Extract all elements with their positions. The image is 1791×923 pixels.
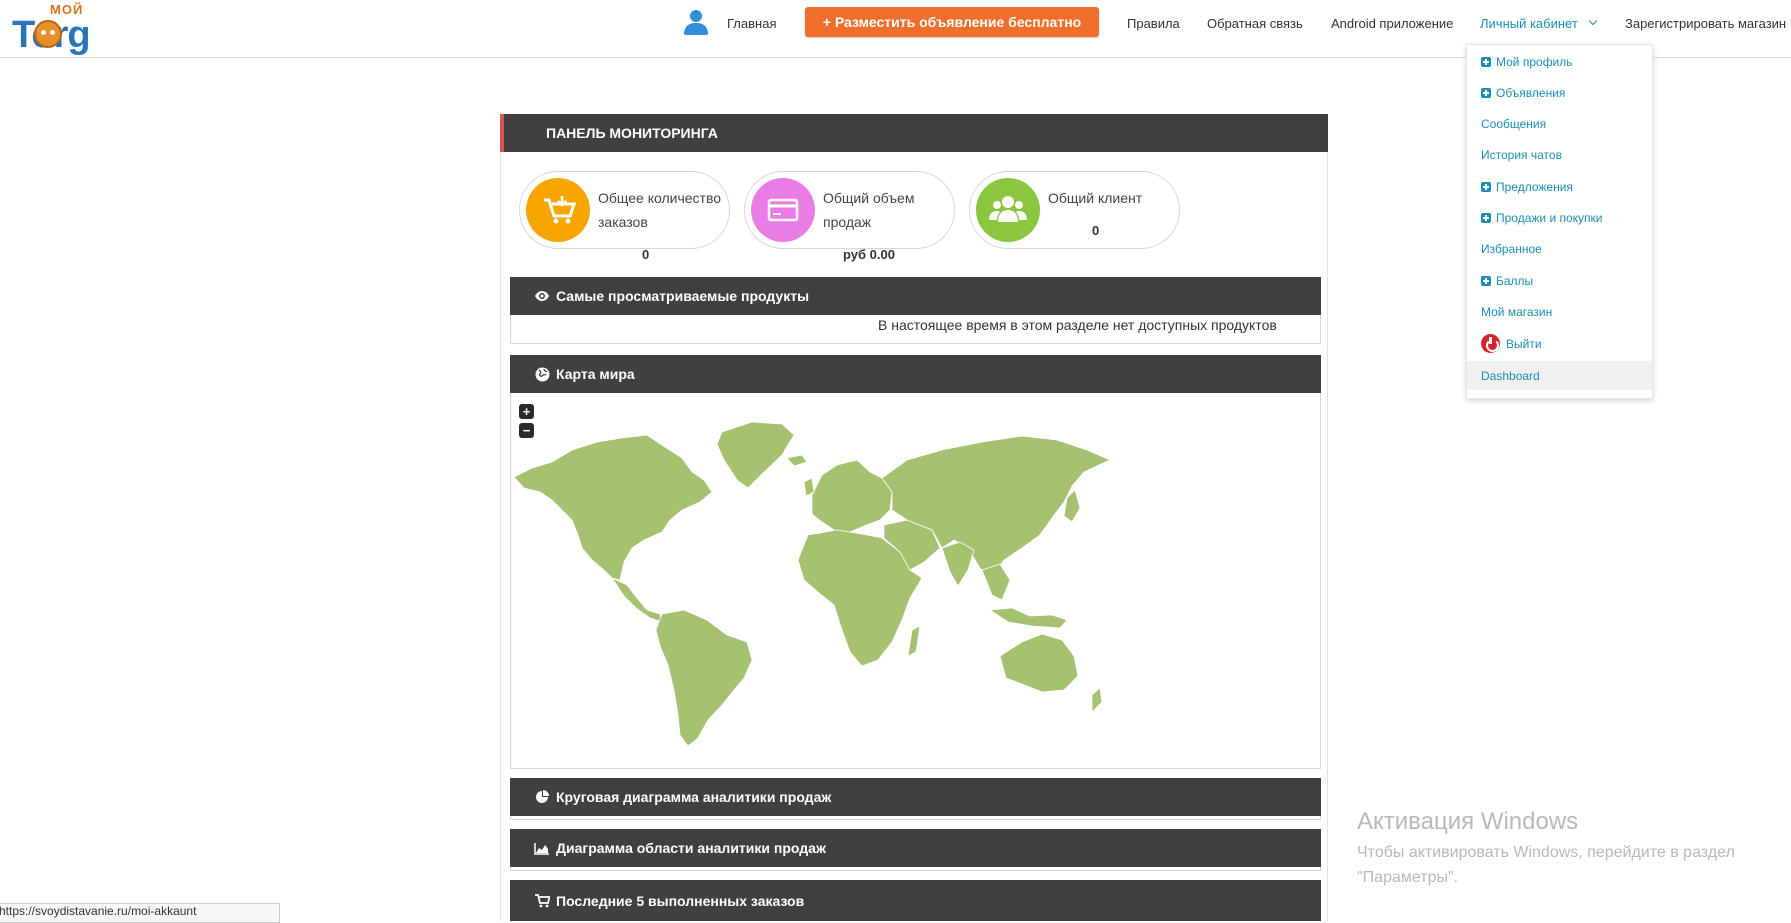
menu-item-logout[interactable]: Выйти	[1467, 329, 1652, 358]
iceland	[786, 454, 808, 467]
cabinet-dropdown-menu: Мой профиль Объявления Сообщения История…	[1466, 44, 1653, 399]
section-world-map-header: Карта мира	[510, 355, 1321, 393]
user-icon[interactable]	[684, 10, 708, 36]
menu-item-ads[interactable]: Объявления	[1467, 78, 1652, 107]
new-zealand	[1091, 687, 1103, 713]
panel-title: ПАНЕЛЬ МОНИТОРИНГА	[500, 114, 1328, 152]
stat-label: Общий клиент	[1048, 190, 1143, 206]
post-ad-button[interactable]: + Разместить объявление бесплатно	[805, 7, 1099, 37]
australia	[999, 633, 1079, 693]
stat-card-total-clients: Общий клиент	[969, 171, 1180, 249]
area-chart-icon	[534, 840, 550, 856]
nav-register-shop[interactable]: Зарегистрировать магазин	[1625, 0, 1786, 46]
menu-item-chat-history[interactable]: История чатов	[1467, 140, 1652, 169]
chevron-down-icon	[1588, 16, 1598, 26]
cart-icon	[534, 893, 550, 909]
status-bar-url: https://svoydistavanie.ru/moi-akkaunt	[0, 903, 280, 923]
plus-square-icon	[1481, 212, 1491, 223]
section-title: Карта мира	[556, 366, 635, 382]
nav-personal-cabinet[interactable]: Личный кабинет	[1480, 0, 1598, 46]
menu-item-dashboard[interactable]: Dashboard	[1467, 361, 1652, 390]
section-most-viewed-header: Самые просматриваемые продукты	[510, 277, 1321, 315]
menu-item-label: Dashboard	[1481, 368, 1540, 383]
stat-label: Общий объем продаж	[823, 190, 915, 230]
eye-icon	[534, 288, 550, 304]
menu-item-my-shop[interactable]: Мой магазин	[1467, 297, 1652, 326]
menu-item-label: Сообщения	[1481, 116, 1547, 131]
nav-personal-cabinet-label: Личный кабинет	[1480, 15, 1578, 31]
plus-square-icon	[1481, 181, 1491, 192]
section-area-chart-body	[510, 867, 1321, 871]
menu-item-label: Мой магазин	[1481, 304, 1553, 319]
menu-item-label: Выйти	[1506, 336, 1542, 351]
north-america	[513, 434, 713, 581]
indonesia	[988, 607, 1068, 629]
nav-feedback[interactable]: Обратная связь	[1207, 0, 1303, 46]
menu-item-points[interactable]: Баллы	[1467, 266, 1652, 295]
section-title: Круговая диаграмма аналитики продаж	[556, 789, 832, 805]
india	[941, 541, 975, 587]
map-zoom-in-button[interactable]: +	[519, 404, 534, 419]
plus-square-icon	[1481, 275, 1491, 286]
menu-item-label: Объявления	[1496, 85, 1566, 100]
menu-item-sales-purchases[interactable]: Продажи и покупки	[1467, 203, 1652, 232]
menu-item-label: Баллы	[1496, 273, 1534, 288]
menu-item-profile[interactable]: Мой профиль	[1467, 47, 1652, 76]
southeast-asia	[981, 563, 1011, 601]
stat-value-total-orders: 0	[642, 247, 650, 262]
cart-download-icon	[526, 178, 590, 242]
menu-item-label: История чатов	[1481, 147, 1562, 162]
menu-item-label: Мой профиль	[1496, 54, 1573, 69]
section-area-chart-header: Диаграмма области аналитики продаж	[510, 829, 1321, 867]
madagascar	[907, 625, 921, 657]
greenland	[716, 421, 795, 489]
section-pie-chart-body	[510, 816, 1321, 820]
credit-card-icon	[751, 178, 815, 242]
windows-activation-text: Чтобы активировать Windows, перейдите в …	[1357, 844, 1735, 886]
nav-rules[interactable]: Правила	[1127, 0, 1180, 46]
nav-android-app[interactable]: Android приложение	[1331, 0, 1453, 46]
section-recent-orders-header: Последние 5 выполненных заказов	[510, 880, 1321, 921]
menu-item-label: Избранное	[1481, 241, 1542, 256]
globe-icon	[534, 366, 550, 382]
site-logo[interactable]: МОЙ Torg	[12, 2, 112, 56]
south-america	[655, 609, 753, 747]
users-icon	[976, 178, 1040, 242]
section-title: Последние 5 выполненных заказов	[556, 892, 805, 909]
plus-square-icon	[1481, 56, 1491, 67]
europe	[811, 459, 893, 533]
menu-item-offers[interactable]: Предложения	[1467, 172, 1652, 201]
stat-value-total-sales: руб 0.00	[843, 247, 895, 262]
central-america	[610, 577, 663, 623]
power-icon	[1481, 334, 1500, 353]
stat-label: Общее количество заказов	[598, 190, 722, 230]
pie-chart-icon	[534, 789, 550, 805]
stat-card-total-sales: Общий объем продаж	[744, 171, 955, 249]
empty-products-message: В настоящее время в этом разделе нет дос…	[878, 317, 1277, 333]
section-title: Самые просматриваемые продукты	[556, 288, 810, 304]
bear-mascot-icon	[34, 20, 62, 48]
menu-item-messages[interactable]: Сообщения	[1467, 109, 1652, 138]
section-pie-chart-header: Круговая диаграмма аналитики продаж	[510, 778, 1321, 816]
stat-card-total-orders: Общее количество заказов	[519, 171, 730, 249]
menu-item-label: Продажи и покупки	[1496, 210, 1603, 225]
plus-square-icon	[1481, 87, 1491, 98]
stat-value-total-clients: 0	[1092, 223, 1100, 238]
windows-activation-title: Активация Windows	[1357, 808, 1579, 835]
menu-item-label: Предложения	[1496, 179, 1573, 194]
section-title: Диаграмма области аналитики продаж	[556, 840, 826, 856]
menu-item-favorites[interactable]: Избранное	[1467, 234, 1652, 263]
nav-home[interactable]: Главная	[727, 0, 776, 46]
world-map[interactable]	[512, 420, 1172, 750]
